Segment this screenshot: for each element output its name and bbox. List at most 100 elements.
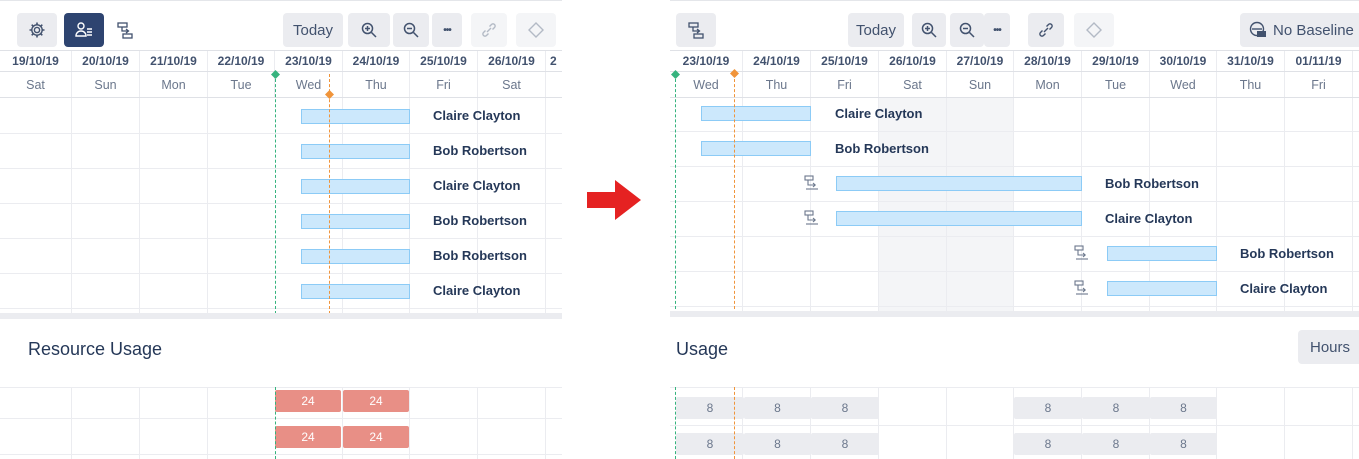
- panel-splitter[interactable]: [0, 313, 562, 319]
- link-icon: [482, 23, 496, 37]
- day-cell: Thu: [343, 72, 410, 97]
- task-bar[interactable]: [836, 176, 1082, 191]
- date-cell: 25/10/19: [410, 51, 478, 71]
- today-button[interactable]: Today: [848, 13, 904, 47]
- date-header: 23/10/19 24/10/19 25/10/19 26/10/19 27/1…: [670, 50, 1359, 72]
- task-bar[interactable]: [301, 284, 410, 299]
- task-assignee-label: Bob Robertson: [1105, 176, 1199, 191]
- date-cell: 20/10/19: [72, 51, 140, 71]
- milestone-button[interactable]: [516, 13, 556, 47]
- date-cell: 26/10/19: [879, 51, 947, 71]
- dependency-icon: [1074, 280, 1088, 295]
- more-button[interactable]: •••: [984, 13, 1010, 47]
- day-cell: Sat: [478, 72, 546, 97]
- current-time-line: [329, 74, 330, 314]
- usage-cell-overallocated[interactable]: 24: [275, 426, 341, 448]
- left-gantt-panel: Today ••• 19/10/19 20/10/19 21/10/19 22/…: [0, 0, 562, 459]
- task-bar[interactable]: [301, 144, 410, 159]
- task-bar[interactable]: [301, 249, 410, 264]
- current-time-line: [734, 74, 735, 314]
- resource-usage-grid: 24 24 24 24: [0, 387, 562, 459]
- usage-cell-overallocated[interactable]: 24: [343, 390, 409, 412]
- link-button[interactable]: [471, 13, 507, 47]
- day-cell: Sun: [72, 72, 140, 97]
- resource-view-button[interactable]: [64, 13, 104, 47]
- task-bar[interactable]: [701, 106, 811, 121]
- baseline-selector[interactable]: No Baseline: [1240, 13, 1359, 47]
- day-header: Wed Thu Fri Sat Sun Mon Tue Wed Thu Fri: [670, 72, 1359, 98]
- date-cell: 24/10/19: [343, 51, 410, 71]
- task-bar[interactable]: [836, 211, 1082, 226]
- task-bar[interactable]: [301, 179, 410, 194]
- dependency-button[interactable]: [676, 13, 716, 47]
- usage-cell[interactable]: 8: [1082, 433, 1150, 455]
- date-cell: 23/10/19: [275, 51, 343, 71]
- current-time-line: [734, 387, 735, 459]
- task-bar[interactable]: [301, 214, 410, 229]
- zoom-out-button[interactable]: [950, 13, 984, 47]
- usage-cell[interactable]: 8: [811, 433, 879, 455]
- task-bar[interactable]: [1107, 281, 1217, 296]
- settings-button[interactable]: [17, 13, 57, 47]
- usage-cell[interactable]: 8: [1014, 397, 1082, 419]
- resource-list-icon: [75, 22, 92, 37]
- right-toolbar: Today ••• No Baseline: [670, 0, 1359, 50]
- gear-icon: [29, 22, 45, 38]
- usage-cell[interactable]: 8: [744, 397, 811, 419]
- task-bar[interactable]: [701, 141, 811, 156]
- link-icon: [1039, 23, 1053, 37]
- today-marker-line: [675, 387, 676, 459]
- zoom-out-icon: [403, 22, 419, 38]
- panel-splitter[interactable]: [670, 311, 1359, 317]
- usage-cell[interactable]: 8: [1150, 397, 1217, 419]
- date-cell: 26/10/19: [478, 51, 546, 71]
- hours-unit-button[interactable]: Hours: [1298, 330, 1359, 364]
- usage-cell[interactable]: 8: [1150, 433, 1217, 455]
- task-assignee-label: Bob Robertson: [433, 213, 527, 228]
- usage-cell-overallocated[interactable]: 24: [275, 390, 341, 412]
- usage-cell-overallocated[interactable]: 24: [343, 426, 409, 448]
- current-time-diamond-icon: [325, 90, 334, 99]
- date-cell: 24/10/19: [743, 51, 811, 71]
- link-button[interactable]: [1028, 13, 1064, 47]
- task-assignee-label: Claire Clayton: [433, 283, 521, 298]
- today-marker-line: [275, 74, 276, 314]
- task-bar[interactable]: [301, 109, 410, 124]
- task-assignee-label: Claire Clayton: [835, 106, 923, 121]
- zoom-in-button[interactable]: [912, 13, 946, 47]
- task-assignee-label: Bob Robertson: [835, 141, 929, 156]
- day-cell: Wed: [1150, 72, 1217, 97]
- task-assignee-label: Bob Robertson: [433, 143, 527, 158]
- right-arrow-icon: [587, 180, 641, 220]
- date-cell: 22/10/19: [208, 51, 275, 71]
- task-bar[interactable]: [1107, 246, 1217, 261]
- resource-usage-grid: 8 8 8 8 8 8 8 8 8 8 8 8: [670, 387, 1359, 459]
- day-header: Sat Sun Mon Tue Wed Thu Fri Sat: [0, 72, 562, 98]
- zoom-in-button[interactable]: [348, 13, 390, 47]
- baseline-label: No Baseline: [1273, 21, 1354, 39]
- milestone-button[interactable]: [1074, 13, 1114, 47]
- today-button[interactable]: Today: [283, 13, 343, 47]
- day-cell: Fri: [811, 72, 879, 97]
- task-assignee-label: Claire Clayton: [433, 108, 521, 123]
- zoom-in-icon: [361, 22, 377, 38]
- zoom-out-button[interactable]: [393, 13, 429, 47]
- dependency-icon: [1074, 245, 1088, 260]
- day-cell: Tue: [208, 72, 275, 97]
- today-marker-line: [275, 387, 276, 459]
- usage-cell[interactable]: 8: [1082, 397, 1150, 419]
- task-assignee-label: Bob Robertson: [1240, 246, 1334, 261]
- zoom-in-icon: [921, 22, 937, 38]
- usage-cell[interactable]: 8: [811, 397, 879, 419]
- date-header: 19/10/19 20/10/19 21/10/19 22/10/19 23/1…: [0, 50, 562, 72]
- date-cell: 2: [546, 51, 562, 71]
- date-cell: 28/10/19: [1014, 51, 1082, 71]
- usage-cell[interactable]: 8: [744, 433, 811, 455]
- dependency-button[interactable]: [111, 13, 139, 47]
- usage-cell[interactable]: 8: [1014, 433, 1082, 455]
- more-button[interactable]: •••: [432, 13, 462, 47]
- date-cell: 31/10/19: [1217, 51, 1285, 71]
- day-cell: Mon: [140, 72, 208, 97]
- date-cell: 30/10/19: [1150, 51, 1217, 71]
- task-assignee-label: Claire Clayton: [433, 178, 521, 193]
